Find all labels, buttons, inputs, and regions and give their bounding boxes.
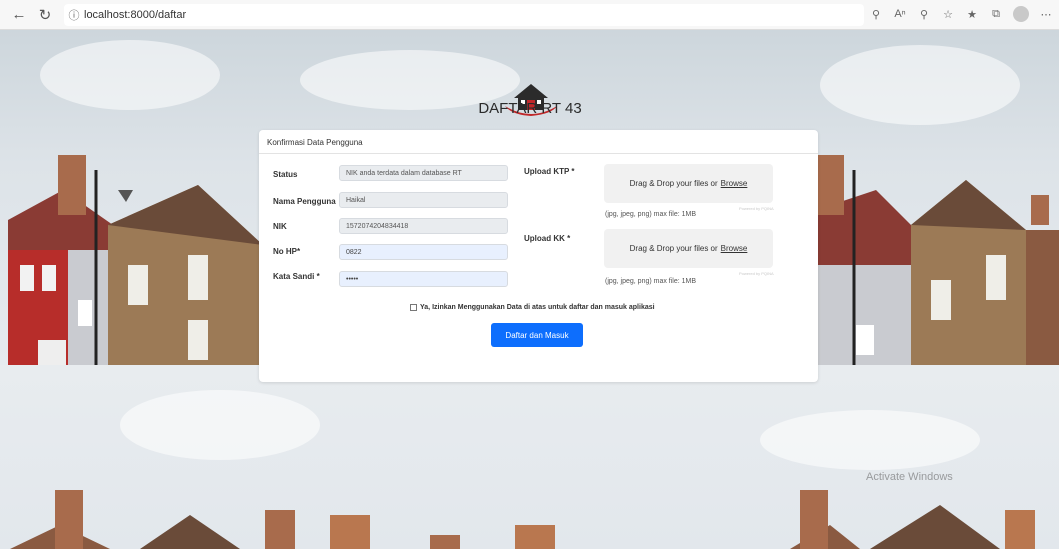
consent-row[interactable]: Ya, Izinkan Menggunakan Data di atas unt… xyxy=(410,304,655,311)
address-bar[interactable]: ⓘ localhost:8000/daftar xyxy=(64,3,864,26)
info-icon[interactable]: ⓘ xyxy=(64,7,84,23)
ktp-hint: (jpg, jpeg, png) max file: 1MB xyxy=(605,211,697,218)
ktp-powered-by: Powered by PQINA xyxy=(739,206,774,211)
browser-toolbar: ← ↻ ⓘ localhost:8000/daftar ⚲ Aⁿ ⚲ ☆ ★ ⧉… xyxy=(0,0,1059,30)
profile-icon[interactable] xyxy=(1013,6,1029,22)
back-arrow-icon[interactable]: ← xyxy=(8,4,30,26)
ktp-dropzone[interactable]: Drag & Drop your files or Browse xyxy=(604,164,773,203)
hp-label: No HP* xyxy=(273,247,301,256)
consent-checkbox[interactable] xyxy=(410,304,417,311)
kk-hint: (jpg, jpeg, png) max file: 1MB xyxy=(605,278,697,285)
refresh-icon[interactable]: ↻ xyxy=(34,4,56,26)
activate-windows-watermark: Activate Windows xyxy=(866,471,953,483)
page-title: DAFTAR RT 43 xyxy=(478,100,582,117)
cloud xyxy=(760,410,980,470)
url-text: localhost:8000/daftar xyxy=(84,8,187,21)
sandi-label: Kata Sandi * xyxy=(273,272,320,281)
nama-field: Haikal xyxy=(339,192,508,208)
upload-kk-label: Upload KK * xyxy=(524,234,571,243)
nik-field: 1572074204834418 xyxy=(339,218,508,234)
hp-input[interactable]: 0822 xyxy=(339,244,508,260)
registration-card: Konfirmasi Data Pengguna Status Nama Pen… xyxy=(259,130,818,382)
submit-button[interactable]: Daftar dan Masuk xyxy=(491,323,583,347)
read-aloud-icon[interactable]: ⚲ xyxy=(869,4,883,24)
password-input[interactable]: ••••• xyxy=(339,271,508,287)
left-buildings-image xyxy=(8,155,263,365)
consent-label: Ya, Izinkan Menggunakan Data di atas unt… xyxy=(420,304,655,311)
card-title: Konfirmasi Data Pengguna xyxy=(259,130,818,154)
cloud xyxy=(820,45,1020,125)
nik-label: NIK xyxy=(273,222,287,231)
zoom-icon[interactable]: ⚲ xyxy=(917,4,931,24)
text-size-icon[interactable]: Aⁿ xyxy=(893,4,907,24)
nama-label: Nama Pengguna xyxy=(273,197,336,206)
upload-ktp-label: Upload KTP * xyxy=(524,167,575,176)
browser-tool-icons: ⚲ Aⁿ ⚲ ☆ ★ ⧉ ⋯ xyxy=(869,4,1053,24)
ktp-drop-text: Drag & Drop your files or xyxy=(629,179,718,188)
bottom-buildings-image xyxy=(10,490,1035,549)
collections-icon[interactable]: ⧉ xyxy=(989,4,1003,24)
kk-browse-link[interactable]: Browse xyxy=(721,244,748,253)
status-label: Status xyxy=(273,170,298,179)
right-buildings-image xyxy=(816,155,1059,365)
kk-powered-by: Powered by PQINA xyxy=(739,271,774,276)
cloud xyxy=(40,40,220,110)
ktp-browse-link[interactable]: Browse xyxy=(721,179,748,188)
status-field: NIK anda terdata dalam database RT xyxy=(339,165,508,181)
kk-dropzone[interactable]: Drag & Drop your files or Browse xyxy=(604,229,773,268)
more-icon[interactable]: ⋯ xyxy=(1039,4,1053,24)
kk-drop-text: Drag & Drop your files or xyxy=(629,244,718,253)
favorite-icon[interactable]: ☆ xyxy=(941,4,955,24)
favorites-list-icon[interactable]: ★ xyxy=(965,4,979,24)
cloud xyxy=(120,390,320,460)
